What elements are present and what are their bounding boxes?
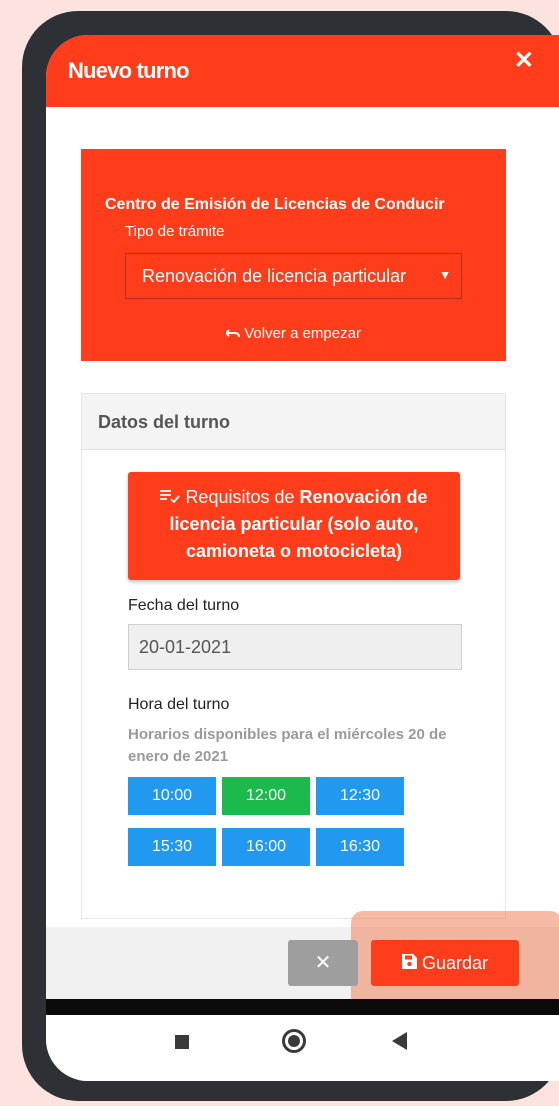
- close-icon[interactable]: ✕: [514, 49, 534, 73]
- datos-card-header: Datos del turno: [82, 394, 505, 450]
- back-triangle-icon[interactable]: [392, 1032, 407, 1050]
- floppy-disk-icon: [401, 953, 422, 973]
- divider-bar: [46, 999, 559, 1015]
- time-slot-1630[interactable]: 16:30: [316, 828, 404, 866]
- phone-frame: Nuevo turno ✕ Centro de Emisión de Licen…: [22, 11, 559, 1101]
- modal-title: Nuevo turno: [68, 58, 190, 83]
- datos-title: Datos del turno: [98, 412, 231, 432]
- modal-header: Nuevo turno ✕: [46, 35, 559, 107]
- tipo-tramite-value: Renovación de licencia particular: [142, 266, 407, 286]
- volver-label: Volver a empezar: [244, 325, 361, 342]
- phone-screen: Nuevo turno ✕ Centro de Emisión de Licen…: [46, 35, 559, 1081]
- list-check-icon: [160, 487, 185, 507]
- time-slot-1200[interactable]: 12:00: [222, 777, 310, 815]
- modal-body: Centro de Emisión de Licencias de Conduc…: [46, 107, 559, 927]
- save-button[interactable]: Guardar: [371, 940, 519, 986]
- requisitos-prefix: Requisitos de: [185, 487, 295, 507]
- fecha-input[interactable]: 20-01-2021: [128, 624, 462, 670]
- horarios-note: Horarios disponibles para el miércoles 2…: [128, 726, 447, 765]
- requisitos-button[interactable]: Requisitos de Renovación de licencia par…: [128, 472, 460, 580]
- recents-square-icon[interactable]: [175, 1035, 189, 1049]
- undo-icon: [224, 325, 241, 342]
- volver-link[interactable]: Volver a empezar: [81, 325, 506, 342]
- hora-label: Hora del turno: [128, 696, 230, 713]
- tipo-tramite-select[interactable]: Renovación de licencia particular ▼: [125, 253, 462, 299]
- android-navbar: [46, 1015, 559, 1081]
- home-circle-icon[interactable]: [282, 1029, 306, 1053]
- tramite-panel: Centro de Emisión de Licencias de Conduc…: [81, 149, 506, 361]
- datos-turno-card: Datos del turno Requisitos de Renovación…: [81, 393, 506, 919]
- time-slot-1000[interactable]: 10:00: [128, 777, 216, 815]
- time-slot-1600[interactable]: 16:00: [222, 828, 310, 866]
- modal-footer: ✕ Guardar: [46, 911, 559, 1023]
- time-slot-1230[interactable]: 12:30: [316, 777, 404, 815]
- caret-down-icon: ▼: [439, 268, 451, 282]
- time-slot-1530[interactable]: 15:30: [128, 828, 216, 866]
- center-title: Centro de Emisión de Licencias de Conduc…: [105, 196, 445, 213]
- cancel-button[interactable]: ✕: [288, 940, 358, 986]
- tipo-tramite-label: Tipo de trámite: [125, 223, 225, 240]
- fecha-label: Fecha del turno: [128, 597, 240, 614]
- save-label: Guardar: [421, 953, 489, 973]
